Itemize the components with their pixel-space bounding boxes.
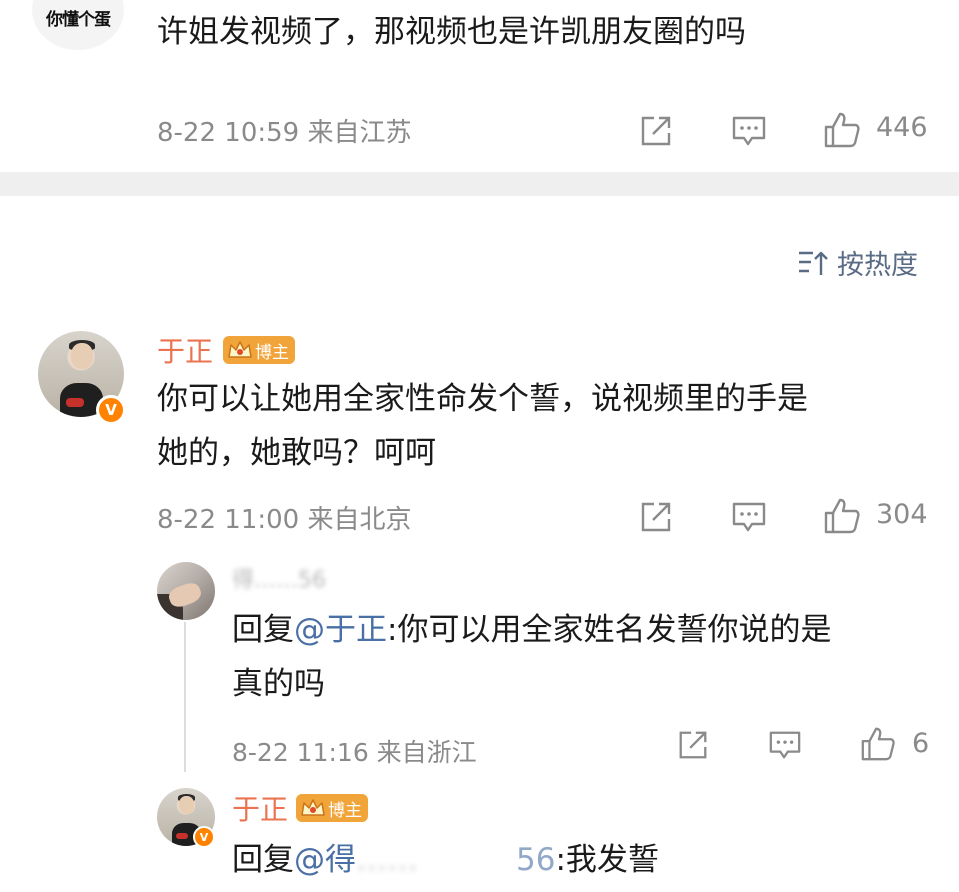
verified-badge: V <box>193 826 215 848</box>
share-icon[interactable] <box>676 728 710 762</box>
blurred-mention: …… <box>356 842 418 878</box>
username[interactable]: 于正 <box>232 788 288 828</box>
avatar[interactable]: 你懂个蛋 <box>32 0 124 50</box>
like-count: 446 <box>876 112 928 143</box>
like-count: 304 <box>876 499 928 530</box>
mention-tail: 56 <box>516 842 556 878</box>
reply-prefix: 回复 <box>232 612 294 648</box>
username-blurred[interactable]: 得……56 <box>232 562 326 594</box>
comment-icon[interactable] <box>730 113 768 149</box>
sort-icon <box>799 251 828 275</box>
reply-meta: 8-22 11:16 来自浙江 <box>232 738 477 767</box>
comment-text-line-2: 她的，她敢吗？呵呵 <box>157 435 436 471</box>
crown-icon <box>228 341 252 358</box>
sort-label: 按热度 <box>837 250 918 281</box>
verified-badge: V <box>96 395 126 425</box>
comment-icon[interactable] <box>730 499 768 535</box>
comment-text-line-1: 你可以让她用全家性命发个誓，说视频里的手是 <box>157 381 808 417</box>
badge-label: 博主 <box>328 800 363 821</box>
reply-text: :你可以用全家姓名发誓你说的是 <box>387 612 832 648</box>
mention-link[interactable]: @得 <box>294 842 356 878</box>
comment-header: 于正 博主 <box>157 330 296 370</box>
mention-link[interactable]: @于正 <box>294 612 387 648</box>
blogger-badge: 博主 <box>223 336 296 364</box>
thread-line <box>184 622 186 772</box>
like-count: 6 <box>912 728 930 759</box>
crown-icon <box>301 799 325 816</box>
comment-meta: 8-22 10:59 来自江苏 <box>157 118 412 148</box>
reply-header: 于正 博主 <box>232 788 369 828</box>
username[interactable]: 于正 <box>157 330 213 370</box>
sort-button[interactable]: 按热度 <box>797 243 918 282</box>
reply-text-line-1: 回复@于正:你可以用全家姓名发誓你说的是 <box>232 604 831 656</box>
reply-text-body: :我发誓 <box>555 842 659 878</box>
comment-icon[interactable] <box>767 728 803 762</box>
like-icon[interactable] <box>822 110 862 150</box>
blogger-badge: 博主 <box>296 794 369 822</box>
reply-prefix: 回复 <box>232 842 294 878</box>
reply-text-line-2: 真的吗 <box>232 666 325 702</box>
avatar[interactable] <box>157 562 215 620</box>
avatar-text: 你懂个蛋 <box>46 10 111 30</box>
section-divider <box>0 172 959 196</box>
badge-label: 博主 <box>255 342 290 363</box>
reply-text: 回复@得…… 56:我发誓 <box>232 834 659 886</box>
like-icon[interactable] <box>859 725 897 763</box>
like-icon[interactable] <box>822 496 862 536</box>
share-icon[interactable] <box>638 113 674 149</box>
share-icon[interactable] <box>638 499 674 535</box>
comment-text: 许姐发视频了，那视频也是许凯朋友圈的吗 <box>157 14 746 50</box>
comment-meta: 8-22 11:00 来自北京 <box>157 505 412 535</box>
